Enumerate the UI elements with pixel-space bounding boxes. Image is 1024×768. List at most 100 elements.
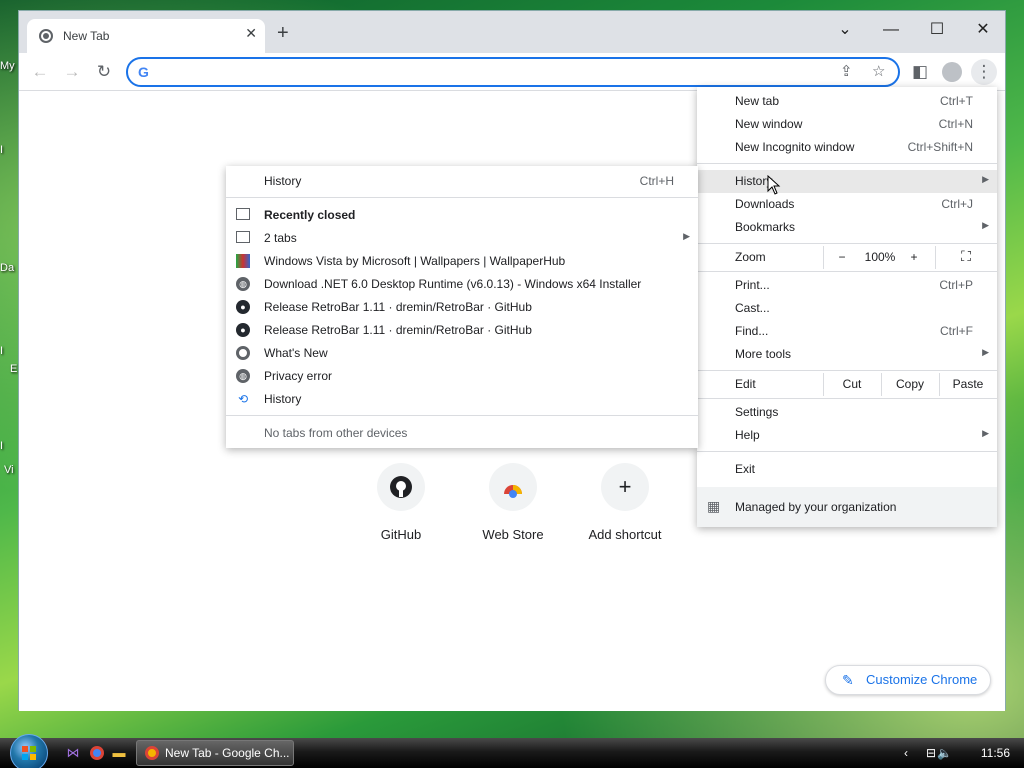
menu-item-print[interactable]: Print... Ctrl+P <box>697 274 997 297</box>
shortcut-web-store[interactable]: Web Store <box>463 463 563 542</box>
new-tab-button[interactable]: + <box>277 23 289 43</box>
submenu-label: History <box>264 174 302 188</box>
entry-label: History <box>264 392 302 406</box>
desktop-icon-label[interactable]: Da <box>0 262 14 274</box>
desktop-icon-label[interactable]: I <box>0 345 3 357</box>
zoom-value: 100% <box>864 250 896 264</box>
clock[interactable]: 11:56 PM <box>981 738 1010 768</box>
visual-studio-icon[interactable]: ⋈ <box>64 745 82 761</box>
desktop-icon-label[interactable]: I <box>0 440 3 452</box>
desktop-icon-label[interactable]: Vi <box>4 464 14 476</box>
menu-label: Exit <box>735 462 756 476</box>
entry-label: 2 tabs <box>264 231 297 245</box>
history-entry[interactable]: ⟲ History <box>226 388 698 411</box>
address-bar[interactable]: G ⇪ ☆ <box>126 57 900 87</box>
submenu-item-history[interactable]: History Ctrl+H <box>226 170 698 193</box>
menu-shortcut: Ctrl+T <box>940 94 973 108</box>
google-icon: G <box>138 64 149 80</box>
menu-item-more-tools[interactable]: More tools ▶ <box>697 343 997 366</box>
shortcut-github[interactable]: GitHub <box>351 463 451 542</box>
menu-shortcut: Ctrl+F <box>940 324 973 338</box>
entry-label: What's New <box>264 346 328 360</box>
menu-divider <box>697 243 997 244</box>
tab-close-icon[interactable]: ✕ <box>245 25 257 42</box>
start-button[interactable] <box>10 734 48 768</box>
chrome-quicklaunch-icon[interactable] <box>88 745 106 761</box>
menu-item-new-tab[interactable]: New tab Ctrl+T <box>697 90 997 113</box>
tray-expand-icon[interactable]: ‹ <box>904 738 908 768</box>
fullscreen-button[interactable]: ⛶ <box>935 246 997 269</box>
menu-item-help[interactable]: Help ▶ <box>697 424 997 447</box>
bookmark-star-icon[interactable]: ☆ <box>872 62 885 80</box>
paste-button[interactable]: Paste <box>939 373 997 396</box>
network-icon[interactable]: ⊟ <box>926 738 936 768</box>
reload-icon[interactable]: ↻ <box>91 59 117 85</box>
menu-divider <box>697 163 997 164</box>
history-entry[interactable]: What's New <box>226 342 698 365</box>
github-icon: ● <box>236 323 250 337</box>
desktop-icon-label[interactable]: I <box>0 144 3 156</box>
share-icon[interactable]: ⇪ <box>840 62 853 80</box>
tab-search-icon[interactable]: ⌄ <box>825 16 865 44</box>
desktop-icon-label[interactable]: My <box>0 60 15 72</box>
menu-label: Bookmarks <box>735 220 796 234</box>
submenu-arrow-icon: ▶ <box>982 428 989 438</box>
building-icon: ▦ <box>707 498 721 514</box>
zoom-out-button[interactable]: − <box>832 250 852 264</box>
menu-divider <box>697 398 997 399</box>
desktop-icon-label[interactable]: E <box>10 363 17 375</box>
submenu-arrow-icon: ▶ <box>683 231 690 241</box>
wallpaperhub-favicon-icon <box>236 254 250 268</box>
menu-label: Downloads <box>735 197 795 211</box>
chrome-favicon-icon <box>39 29 53 43</box>
maximize-button[interactable]: ☐ <box>917 16 957 44</box>
menu-label: Edit <box>735 377 756 391</box>
history-entry[interactable]: 2 tabs ▶ <box>226 227 698 250</box>
submenu-arrow-icon: ▶ <box>982 347 989 357</box>
tab-new-tab[interactable]: New Tab ✕ <box>27 19 265 53</box>
managed-label: Managed by your organization <box>735 500 897 514</box>
menu-item-bookmarks[interactable]: Bookmarks ▶ <box>697 216 997 239</box>
history-entry[interactable]: Windows Vista by Microsoft | Wallpapers … <box>226 250 698 273</box>
chrome-menu: New tab Ctrl+T New window Ctrl+N New Inc… <box>697 87 997 527</box>
history-entry[interactable]: ● Release RetroBar 1.11 · dremin/RetroBa… <box>226 319 698 342</box>
menu-item-settings[interactable]: Settings <box>697 401 997 424</box>
copy-button[interactable]: Copy <box>881 373 939 396</box>
pencil-icon: ✎ <box>842 672 854 688</box>
menu-item-new-incognito[interactable]: New Incognito window Ctrl+Shift+N <box>697 136 997 159</box>
menu-item-find[interactable]: Find... Ctrl+F <box>697 320 997 343</box>
menu-item-cast[interactable]: Cast... <box>697 297 997 320</box>
chrome-menu-icon[interactable]: ⋮ <box>971 59 997 85</box>
menu-item-new-window[interactable]: New window Ctrl+N <box>697 113 997 136</box>
back-icon[interactable]: ← <box>27 59 53 85</box>
menu-divider <box>697 370 997 371</box>
menu-item-history[interactable]: History ▶ <box>697 170 997 193</box>
entry-label: Release RetroBar 1.11 · dremin/RetroBar … <box>264 300 532 314</box>
profile-avatar[interactable] <box>939 59 965 85</box>
menu-divider <box>697 451 997 452</box>
history-icon: ⟲ <box>237 392 249 406</box>
menu-item-downloads[interactable]: Downloads Ctrl+J <box>697 193 997 216</box>
globe-icon: ◍ <box>236 369 250 383</box>
side-panel-icon[interactable]: ◧ <box>907 59 933 85</box>
shortcut-add[interactable]: + Add shortcut <box>575 463 675 542</box>
file-explorer-icon[interactable]: ▬ <box>110 745 128 761</box>
history-entry[interactable]: ● Release RetroBar 1.11 · dremin/RetroBa… <box>226 296 698 319</box>
taskbar-chrome-window[interactable]: New Tab - Google Ch... <box>136 740 294 766</box>
entry-label: Download .NET 6.0 Desktop Runtime (v6.0.… <box>264 277 642 291</box>
minimize-button[interactable]: — <box>871 16 911 44</box>
history-submenu: History Ctrl+H Recently closed 2 tabs ▶ … <box>226 166 698 448</box>
recently-closed-heading: Recently closed <box>226 204 698 227</box>
customize-chrome-button[interactable]: ✎ Customize Chrome <box>825 665 991 695</box>
zoom-in-button[interactable]: + <box>904 250 924 264</box>
github-icon <box>377 463 425 511</box>
close-button[interactable]: ✕ <box>963 16 1003 44</box>
history-entry[interactable]: ◍ Privacy error <box>226 365 698 388</box>
cut-button[interactable]: Cut <box>823 373 881 396</box>
forward-icon[interactable]: → <box>59 59 85 85</box>
volume-icon[interactable]: 🔈 <box>937 738 952 768</box>
menu-item-exit[interactable]: Exit <box>697 458 997 481</box>
menu-shortcut: Ctrl+Shift+N <box>907 140 973 154</box>
managed-by-org[interactable]: ▦ Managed by your organization <box>697 487 997 527</box>
history-entry[interactable]: ◍ Download .NET 6.0 Desktop Runtime (v6.… <box>226 273 698 296</box>
